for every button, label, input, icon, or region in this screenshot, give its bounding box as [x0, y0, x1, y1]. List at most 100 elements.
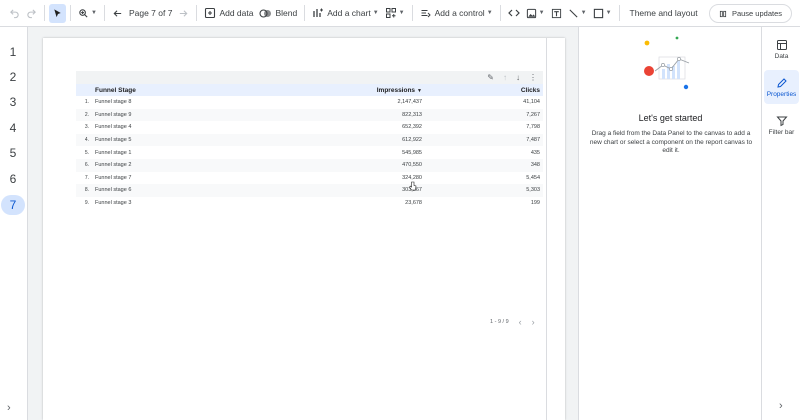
- line-button[interactable]: ▼: [565, 4, 590, 23]
- table-chart-header-bar: ✎ ↑ ↓ ⋮: [76, 71, 543, 84]
- table-row[interactable]: 1. Funnel stage 8 2,147,437 41,104: [76, 96, 543, 109]
- more-vert-icon[interactable]: ⋮: [529, 73, 537, 82]
- header-clicks[interactable]: Clicks: [422, 87, 543, 94]
- properties-panel: Let's get started Drag a field from the …: [578, 27, 761, 420]
- table-row[interactable]: 5. Funnel stage 1 545,985 435: [76, 146, 543, 159]
- table-row[interactable]: 2. Funnel stage 9 822,313 7,267: [76, 108, 543, 122]
- previous-page-button[interactable]: [109, 4, 126, 23]
- table-row[interactable]: 9. Funnel stage 3 23,678 199: [76, 197, 543, 210]
- zoom-button[interactable]: ▼: [75, 4, 100, 23]
- add-control-icon: [421, 9, 431, 18]
- redo-button[interactable]: [23, 4, 40, 23]
- embed-url-button[interactable]: [505, 4, 523, 23]
- report-page[interactable]: ✎ ↑ ↓ ⋮ Funnel Stage Impressions ▼ Clicks…: [43, 38, 565, 420]
- add-chart-label: Add a chart: [327, 8, 371, 18]
- divider: [411, 5, 413, 21]
- properties-description: Drag a field from the Data Panel to the …: [589, 130, 753, 154]
- canvas-scrollbar[interactable]: [546, 38, 547, 420]
- select-tool-button[interactable]: [49, 3, 66, 23]
- header-funnel-stage[interactable]: Funnel Stage: [91, 87, 289, 94]
- chevron-right-icon[interactable]: ›: [779, 400, 783, 412]
- page-rail: 1 2 3 4 5 6 7 ›: [0, 27, 28, 420]
- blend-label: Blend: [275, 8, 298, 18]
- funnel-stage-cell: Funnel stage 6: [95, 187, 132, 194]
- impressions-cell: 303,267: [402, 187, 422, 194]
- table-row[interactable]: 6. Funnel stage 2 470,550 348: [76, 158, 543, 172]
- chevron-left-icon[interactable]: ‹: [519, 317, 522, 327]
- row-index-cell: 4.: [84, 137, 89, 144]
- add-data-label: Add data: [219, 8, 254, 18]
- expand-pages-icon[interactable]: ›: [7, 402, 11, 414]
- table-row[interactable]: 8. Funnel stage 6 303,267 5,303: [76, 184, 543, 197]
- add-data-icon: [205, 7, 216, 19]
- theme-layout-button[interactable]: Theme and layout: [624, 4, 701, 23]
- header-impressions[interactable]: Impressions ▼: [289, 87, 422, 94]
- page-1-button[interactable]: 1: [1, 42, 25, 62]
- next-page-button[interactable]: [175, 4, 192, 23]
- properties-title: Let's get started: [638, 113, 703, 123]
- funnel-stage-cell: Funnel stage 3: [95, 200, 132, 207]
- page-5-button[interactable]: 5: [1, 143, 25, 163]
- text-button[interactable]: [548, 4, 565, 23]
- pause-updates-button[interactable]: Pause updates: [708, 4, 792, 23]
- row-index-cell: 5.: [84, 149, 89, 156]
- tab-filter-bar[interactable]: Filter bar: [764, 108, 799, 142]
- impressions-cell: 652,392: [402, 124, 422, 131]
- row-index-cell: 7.: [84, 174, 89, 181]
- row-index-cell: 3.: [84, 124, 89, 131]
- table-row[interactable]: 7. Funnel stage 7 324,280 5,454: [76, 172, 543, 185]
- page-3-button[interactable]: 3: [1, 92, 25, 112]
- add-control-button[interactable]: Add a control ▼: [417, 4, 496, 23]
- tab-properties[interactable]: Properties: [764, 70, 799, 104]
- tab-properties-label: Properties: [766, 90, 797, 98]
- page-2-button[interactable]: 2: [1, 67, 25, 87]
- chevron-down-icon: ▼: [91, 10, 97, 16]
- add-chart-button[interactable]: Add a chart ▼: [309, 4, 381, 23]
- row-index-cell: 9.: [84, 200, 89, 207]
- blend-icon: [259, 8, 272, 18]
- row-index-cell: 8.: [84, 187, 89, 194]
- clicks-cell: 7,267: [526, 111, 540, 118]
- table-controls: ✎ ↑ ↓ ⋮: [487, 73, 537, 82]
- page-indicator-label: Page 7 of 7: [128, 8, 173, 18]
- clicks-cell: 41,104: [523, 99, 540, 106]
- impressions-cell: 612,922: [402, 137, 422, 144]
- image-button[interactable]: ▼: [523, 4, 548, 23]
- chevron-down-icon: ▼: [538, 10, 545, 16]
- pointer-icon: [54, 8, 61, 17]
- redo-icon: [27, 8, 36, 18]
- zoom-icon: [79, 8, 88, 18]
- divider: [103, 5, 105, 21]
- page-7-button[interactable]: 7: [1, 195, 25, 215]
- edit-pencil-icon[interactable]: ✎: [487, 73, 494, 82]
- drill-down-icon[interactable]: ↓: [516, 73, 520, 82]
- text-icon: [551, 8, 561, 18]
- divider: [196, 5, 198, 21]
- divider: [304, 5, 306, 21]
- tab-data[interactable]: Data: [764, 32, 799, 66]
- filter-icon: [775, 116, 788, 126]
- pause-icon: [719, 10, 727, 17]
- community-viz-button[interactable]: ▼: [382, 4, 408, 23]
- undo-icon: [10, 8, 19, 18]
- table-row[interactable]: 3. Funnel stage 4 652,392 7,798: [76, 121, 543, 134]
- blend-button[interactable]: Blend: [256, 4, 300, 23]
- funnel-stage-cell: Funnel stage 1: [95, 149, 132, 156]
- clicks-cell: 5,303: [526, 187, 540, 194]
- chevron-right-icon[interactable]: ›: [532, 317, 535, 327]
- table-chart[interactable]: ✎ ↑ ↓ ⋮ Funnel Stage Impressions ▼ Clicks…: [76, 71, 543, 209]
- page-6-button[interactable]: 6: [1, 169, 25, 189]
- side-tab-bar: Data Properties Filter bar ›: [761, 27, 800, 420]
- tab-data-label: Data: [774, 52, 789, 60]
- shape-button[interactable]: ▼: [590, 4, 615, 23]
- pagination-label: 1 - 9 / 9: [490, 319, 509, 325]
- components-icon: [385, 8, 396, 18]
- drill-up-icon[interactable]: ↑: [503, 73, 507, 82]
- table-pagination: 1 - 9 / 9 ‹ ›: [490, 317, 535, 327]
- undo-button[interactable]: [6, 4, 23, 23]
- page-4-button[interactable]: 4: [1, 118, 25, 138]
- add-data-button[interactable]: Add data: [201, 4, 256, 23]
- funnel-stage-cell: Funnel stage 9: [95, 111, 132, 118]
- mouse-cursor-icon: [409, 181, 417, 193]
- table-row[interactable]: 4. Funnel stage 5 612,922 7,487: [76, 133, 543, 147]
